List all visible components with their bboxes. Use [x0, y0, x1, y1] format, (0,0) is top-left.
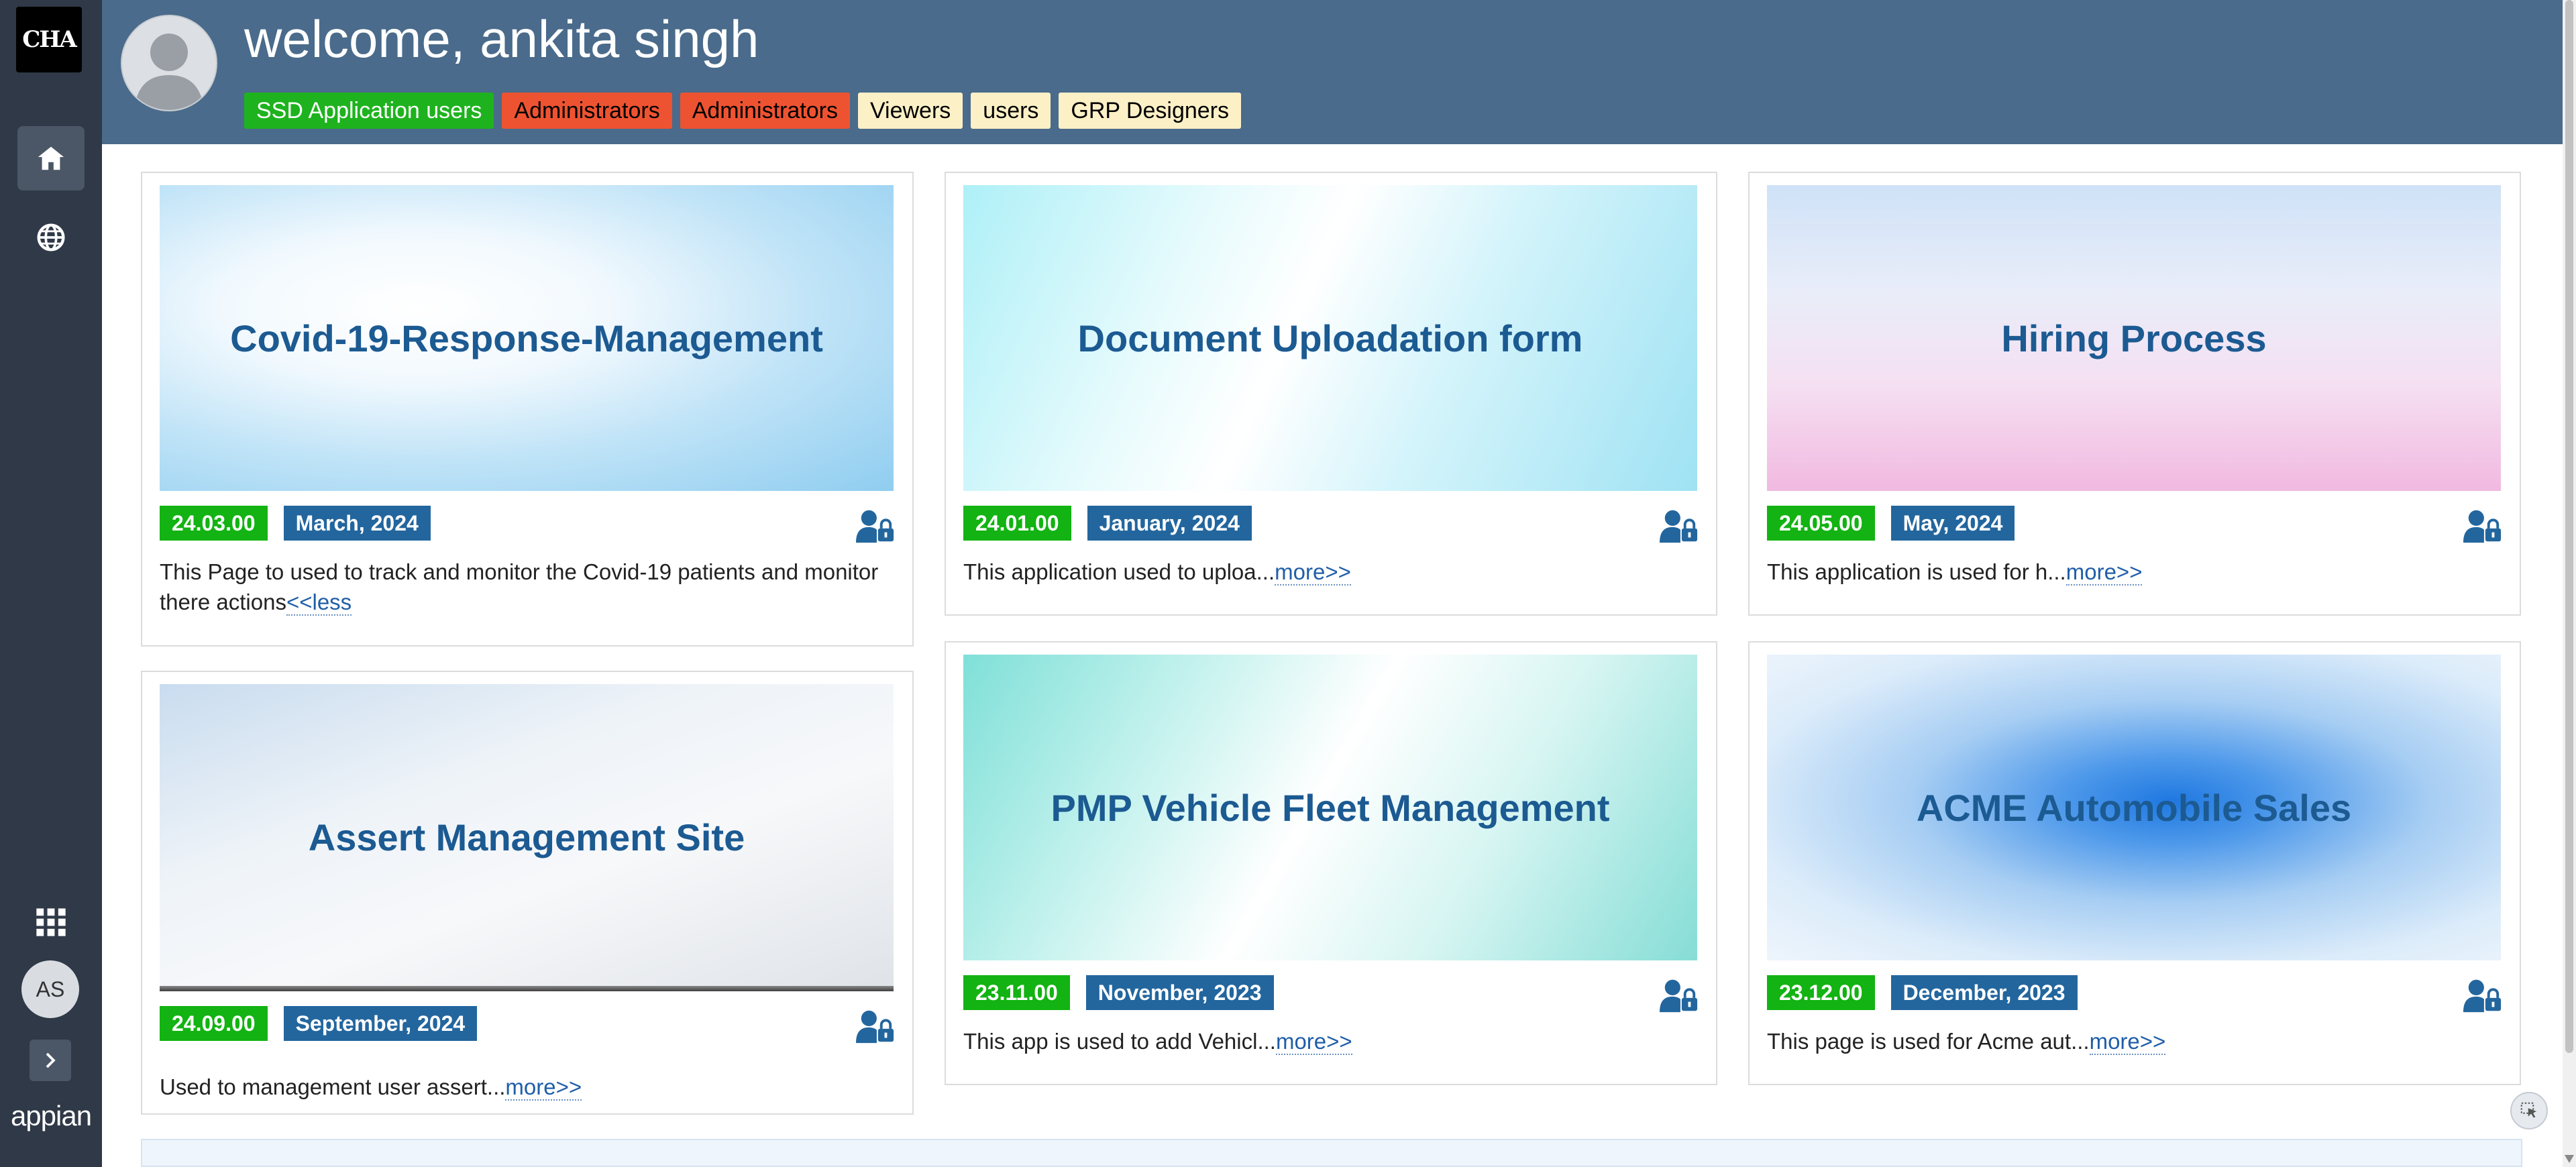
app-title[interactable]: ACME Automobile Sales: [1917, 786, 2351, 830]
app-card: Assert Management Site 24.09.00 Septembe…: [141, 671, 914, 1115]
version-badge: 23.11.00: [963, 975, 1070, 1010]
app-banner[interactable]: Document Uploadation form: [963, 185, 1697, 491]
app-banner[interactable]: Assert Management Site: [160, 684, 894, 990]
expand-nav-button[interactable]: [30, 1040, 71, 1081]
description-text: This Page to used to track and monitor t…: [160, 559, 879, 614]
version-badge: 24.03.00: [160, 506, 268, 541]
version-badge: 24.01.00: [963, 506, 1071, 541]
more-link[interactable]: more>>: [2065, 559, 2143, 586]
app-description: Used to management user assert...more>>: [160, 1072, 898, 1102]
vertical-scrollbar[interactable]: [2563, 0, 2576, 1167]
user-lock-icon[interactable]: [2463, 508, 2502, 543]
user-lock-icon[interactable]: [1660, 508, 1699, 543]
app-title[interactable]: Assert Management Site: [309, 816, 745, 859]
home-nav-button[interactable]: [17, 126, 85, 190]
home-icon: [38, 146, 64, 170]
app-description: This application used to uploa...more>>: [963, 557, 1701, 587]
group-chip: users: [971, 93, 1051, 129]
group-chip: GRP Designers: [1059, 93, 1241, 129]
date-badge: September, 2024: [283, 1006, 478, 1041]
user-lock-icon[interactable]: [856, 508, 895, 543]
description-text: This application used to uploa...: [963, 559, 1275, 584]
description-text: Used to management user assert...: [160, 1074, 506, 1099]
date-badge: November, 2023: [1085, 975, 1274, 1010]
user-lock-icon[interactable]: [856, 1009, 895, 1044]
toggle-description-link[interactable]: <<less: [286, 590, 352, 616]
group-chip: Administrators: [680, 93, 850, 129]
description-text: This app is used to add Vehicl...: [963, 1029, 1276, 1054]
user-lock-icon[interactable]: [2463, 978, 2502, 1013]
globe-nav-button[interactable]: [17, 205, 85, 270]
app-card: ACME Automobile Sales 23.12.00 December,…: [1748, 641, 2521, 1085]
app-banner[interactable]: Hiring Process: [1767, 185, 2501, 491]
app-logo[interactable]: CHA: [16, 7, 82, 72]
user-initials: AS: [36, 977, 65, 1001]
date-badge: May, 2024: [1890, 506, 2015, 541]
apps-grid-icon: [36, 908, 66, 936]
description-text: This application is used for h...: [1767, 559, 2066, 584]
nav-rail: CHA AS appian: [0, 0, 102, 1167]
chevron-right-icon: [46, 1052, 56, 1068]
cursor-select-icon: [2520, 1102, 2537, 1118]
welcome-header: welcome, ankita singh SSD Application us…: [102, 0, 2563, 144]
more-link[interactable]: more>>: [505, 1074, 582, 1101]
app-banner[interactable]: ACME Automobile Sales: [1767, 655, 2501, 960]
description-text: This page is used for Acme aut...: [1767, 1029, 2090, 1054]
apps-grid-button[interactable]: [17, 889, 85, 954]
profile-avatar: [121, 15, 217, 111]
brand-logo: appian: [10, 1100, 92, 1131]
date-badge: January, 2024: [1087, 506, 1252, 541]
group-chip: Viewers: [857, 93, 963, 129]
version-badge: 24.05.00: [1767, 506, 1875, 541]
person-icon: [134, 34, 204, 110]
app-card: PMP Vehicle Fleet Management 23.11.00 No…: [945, 641, 1717, 1085]
version-badge: 23.12.00: [1767, 975, 1875, 1010]
welcome-title: welcome, ankita singh: [244, 9, 759, 68]
app-description: This page is used for Acme aut...more>>: [1767, 1026, 2505, 1056]
app-title[interactable]: PMP Vehicle Fleet Management: [1051, 786, 1609, 830]
app-description: This application is used for h...more>>: [1767, 557, 2505, 587]
group-chip: Administrators: [502, 93, 672, 129]
app-title[interactable]: Hiring Process: [2001, 317, 2266, 360]
more-link[interactable]: more>>: [1275, 559, 1351, 586]
date-badge: December, 2023: [1890, 975, 2078, 1010]
logo-text: CHA: [22, 26, 77, 53]
app-card: Covid-19-Response-Management 24.03.00 Ma…: [141, 172, 914, 647]
app-banner[interactable]: Covid-19-Response-Management: [160, 185, 894, 491]
app-card: Hiring Process 24.05.00 May, 2024 This a…: [1748, 172, 2521, 616]
app-banner[interactable]: PMP Vehicle Fleet Management: [963, 655, 1697, 960]
feedback-button[interactable]: [2510, 1092, 2548, 1129]
next-section-strip: [141, 1139, 2522, 1167]
more-link[interactable]: more>>: [2089, 1029, 2166, 1055]
user-avatar[interactable]: AS: [21, 960, 79, 1018]
app-title[interactable]: Document Uploadation form: [1078, 317, 1583, 360]
user-lock-icon[interactable]: [1660, 978, 1699, 1013]
app-title[interactable]: Covid-19-Response-Management: [230, 317, 823, 360]
date-badge: March, 2024: [283, 506, 431, 541]
app-description: This Page to used to track and monitor t…: [160, 557, 898, 617]
banner-divider: [160, 986, 894, 991]
more-link[interactable]: more>>: [1275, 1029, 1352, 1055]
group-chip: SSD Application users: [244, 93, 494, 129]
group-chips: SSD Application users Administrators Adm…: [244, 93, 1241, 129]
app-description: This app is used to add Vehicl...more>>: [963, 1026, 1701, 1056]
version-badge: 24.09.00: [160, 1006, 268, 1041]
scrollbar-thumb[interactable]: [2565, 0, 2573, 1053]
globe-icon: [37, 223, 65, 252]
app-card: Document Uploadation form 24.01.00 Janua…: [945, 172, 1717, 616]
scroll-down-arrow[interactable]: [2565, 1155, 2574, 1163]
